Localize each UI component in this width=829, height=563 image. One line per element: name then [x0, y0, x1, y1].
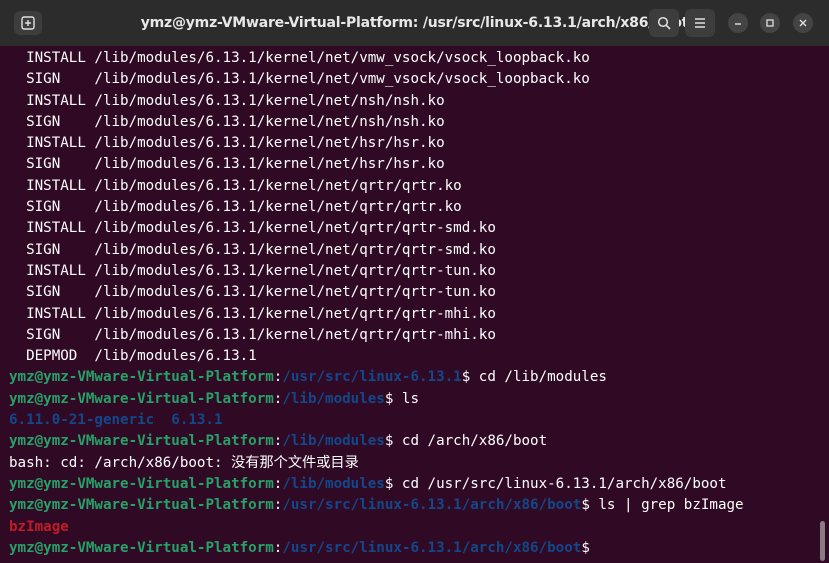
terminal-line: SIGN /lib/modules/6.13.1/kernel/net/nsh/…	[9, 112, 744, 133]
terminal-line: ymz@ymz-VMware-Virtual-Platform:/lib/mod…	[9, 389, 744, 410]
terminal-line: ymz@ymz-VMware-Virtual-Platform:/usr/src…	[9, 495, 744, 516]
terminal-text-segment: INSTALL /lib/modules/6.13.1/kernel/net/q…	[9, 262, 496, 279]
terminal-line: SIGN /lib/modules/6.13.1/kernel/net/qrtr…	[9, 325, 744, 346]
terminal-line: INSTALL /lib/modules/6.13.1/kernel/net/v…	[9, 48, 744, 69]
terminal-text-segment: $ cd /arch/x86/boot	[384, 433, 548, 450]
terminal-text-segment: ymz@ymz-VMware-Virtual-Platform	[9, 475, 274, 492]
terminal-text-segment: INSTALL /lib/modules/6.13.1/kernel/net/q…	[9, 177, 462, 194]
terminal-text-segment: $ ls	[384, 390, 420, 407]
terminal-line: DEPMOD /lib/modules/6.13.1	[9, 346, 744, 367]
terminal-text-segment: SIGN /lib/modules/6.13.1/kernel/net/nsh/…	[9, 113, 445, 130]
maximize-icon	[766, 19, 774, 27]
terminal-text-segment: ymz@ymz-VMware-Virtual-Platform	[9, 369, 274, 386]
terminal-text-segment: INSTALL /lib/modules/6.13.1/kernel/net/q…	[9, 220, 496, 237]
terminal-window: ymz@ymz-VMware-Virtual-Platform: /usr/sr…	[0, 0, 829, 563]
terminal-text-segment: 6.11.0-21-generic 6.13.1	[9, 412, 223, 429]
terminal-lines: INSTALL /lib/modules/6.13.1/kernel/net/v…	[9, 48, 744, 559]
terminal-output[interactable]: INSTALL /lib/modules/6.13.1/kernel/net/v…	[0, 46, 829, 563]
maximize-button[interactable]	[760, 13, 780, 33]
terminal-text-segment: SIGN /lib/modules/6.13.1/kernel/net/hsr/…	[9, 156, 445, 173]
title-bar[interactable]: ymz@ymz-VMware-Virtual-Platform: /usr/sr…	[0, 0, 829, 47]
terminal-text-segment: $ cd /usr/src/linux-6.13.1/arch/x86/boot	[384, 475, 727, 492]
terminal-line: SIGN /lib/modules/6.13.1/kernel/net/qrtr…	[9, 197, 744, 218]
terminal-text-segment: SIGN /lib/modules/6.13.1/kernel/net/qrtr…	[9, 241, 496, 258]
terminal-text-segment: /usr/src/linux-6.13.1	[282, 369, 462, 386]
terminal-line: INSTALL /lib/modules/6.13.1/kernel/net/q…	[9, 176, 744, 197]
terminal-text-segment: SIGN /lib/modules/6.13.1/kernel/net/qrtr…	[9, 199, 462, 216]
terminal-text-segment: ymz@ymz-VMware-Virtual-Platform	[9, 539, 274, 556]
terminal-text-segment: /lib/modules	[282, 390, 385, 407]
search-button[interactable]	[649, 9, 679, 37]
terminal-line: INSTALL /lib/modules/6.13.1/kernel/net/h…	[9, 133, 744, 154]
close-button[interactable]	[793, 13, 813, 33]
terminal-text-segment: ymz@ymz-VMware-Virtual-Platform	[9, 433, 274, 450]
terminal-line: INSTALL /lib/modules/6.13.1/kernel/net/q…	[9, 304, 744, 325]
terminal-line: SIGN /lib/modules/6.13.1/kernel/net/qrtr…	[9, 240, 744, 261]
terminal-line: bash: cd: /arch/x86/boot: 没有那个文件或目录	[9, 453, 744, 474]
hamburger-menu-icon	[695, 18, 705, 28]
terminal-text-segment: INSTALL /lib/modules/6.13.1/kernel/net/n…	[9, 92, 445, 109]
close-icon	[799, 19, 807, 27]
terminal-line: INSTALL /lib/modules/6.13.1/kernel/net/q…	[9, 261, 744, 282]
terminal-text-segment: INSTALL /lib/modules/6.13.1/kernel/net/q…	[9, 305, 496, 322]
terminal-line: SIGN /lib/modules/6.13.1/kernel/net/vmw_…	[9, 69, 744, 90]
terminal-text-segment: bash: cd: /arch/x86/boot: 没有那个文件或目录	[9, 454, 359, 471]
terminal-line: bzImage	[9, 517, 744, 538]
terminal-line: ymz@ymz-VMware-Virtual-Platform:/lib/mod…	[9, 474, 744, 495]
terminal-text-segment: $	[581, 539, 599, 556]
terminal-line: INSTALL /lib/modules/6.13.1/kernel/net/n…	[9, 91, 744, 112]
terminal-text-segment: /lib/modules	[282, 433, 385, 450]
terminal-line: ymz@ymz-VMware-Virtual-Platform:/lib/mod…	[9, 431, 744, 452]
terminal-line: 6.11.0-21-generic 6.13.1	[9, 410, 744, 431]
terminal-text-segment: ymz@ymz-VMware-Virtual-Platform	[9, 497, 274, 514]
terminal-text-segment: SIGN /lib/modules/6.13.1/kernel/net/qrtr…	[9, 326, 496, 343]
terminal-text-segment: bzImage	[9, 518, 69, 535]
terminal-line: ymz@ymz-VMware-Virtual-Platform:/usr/src…	[9, 367, 744, 388]
terminal-text-segment: INSTALL /lib/modules/6.13.1/kernel/net/h…	[9, 135, 445, 152]
terminal-text-segment: /usr/src/linux-6.13.1/arch/x86/boot	[282, 539, 582, 556]
terminal-text-segment: DEPMOD /lib/modules/6.13.1	[9, 348, 257, 365]
terminal-line: SIGN /lib/modules/6.13.1/kernel/net/hsr/…	[9, 154, 744, 175]
terminal-text-segment: /lib/modules	[282, 475, 385, 492]
terminal-text-segment: INSTALL /lib/modules/6.13.1/kernel/net/v…	[9, 50, 590, 66]
minimize-icon	[735, 23, 741, 25]
menu-button[interactable]	[685, 9, 715, 37]
terminal-text-segment: SIGN /lib/modules/6.13.1/kernel/net/qrtr…	[9, 284, 496, 301]
minimize-button[interactable]	[728, 13, 748, 33]
scrollbar[interactable]	[820, 521, 825, 561]
terminal-text-segment: ymz@ymz-VMware-Virtual-Platform	[9, 390, 274, 407]
terminal-text-segment: SIGN /lib/modules/6.13.1/kernel/net/vmw_…	[9, 71, 590, 88]
terminal-text-segment: $ cd /lib/modules	[461, 369, 607, 386]
terminal-line: SIGN /lib/modules/6.13.1/kernel/net/qrtr…	[9, 282, 744, 303]
search-icon	[657, 16, 671, 30]
terminal-text-segment: $ ls | grep bzImage	[581, 497, 744, 514]
terminal-text-segment: /usr/src/linux-6.13.1/arch/x86/boot	[282, 497, 582, 514]
terminal-line: ymz@ymz-VMware-Virtual-Platform:/usr/src…	[9, 538, 744, 559]
terminal-line: INSTALL /lib/modules/6.13.1/kernel/net/q…	[9, 218, 744, 239]
